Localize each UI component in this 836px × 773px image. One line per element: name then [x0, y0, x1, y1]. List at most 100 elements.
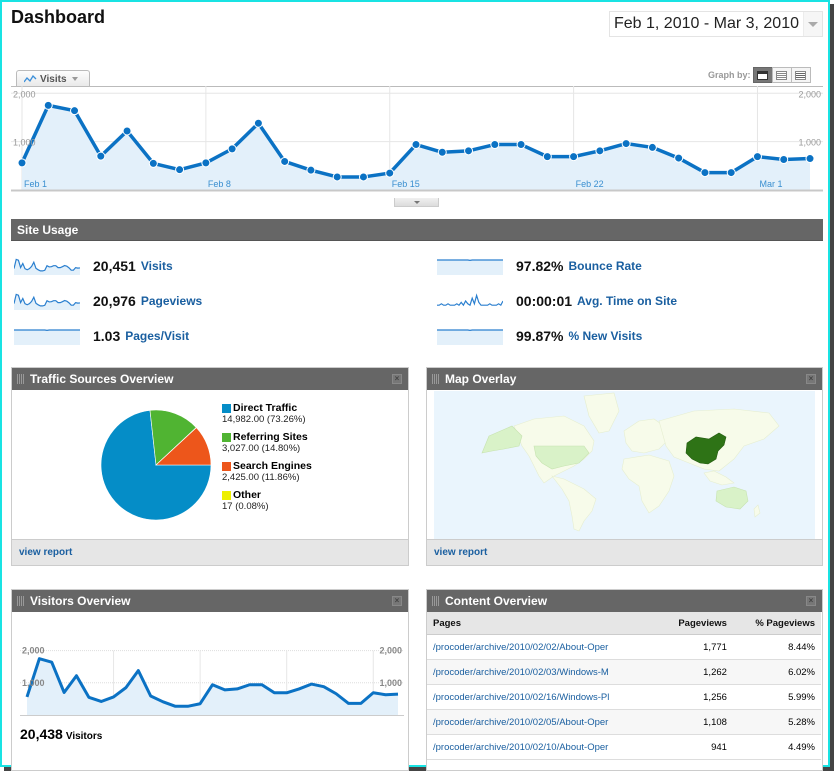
graph-by-month-button[interactable] [790, 67, 811, 83]
data-point[interactable] [358, 172, 368, 182]
data-point[interactable] [700, 168, 710, 178]
world-map[interactable] [434, 391, 815, 539]
legend-percent: 73.26% [270, 414, 303, 425]
legend-swatch [222, 403, 231, 413]
sparkline-line [437, 293, 503, 307]
data-point[interactable] [647, 142, 657, 152]
legend-percent: 11.86% [264, 472, 297, 483]
data-point[interactable] [306, 165, 316, 175]
data-point[interactable] [201, 158, 211, 168]
y-tick-label-left: 2,000 [22, 646, 45, 656]
drag-handle-icon[interactable] [17, 374, 24, 384]
data-point[interactable] [516, 140, 526, 150]
data-point[interactable] [490, 140, 500, 150]
data-point[interactable] [253, 118, 263, 128]
panel-header[interactable]: Visitors Overview × [12, 590, 408, 612]
page-link[interactable]: /procoder/archive/2010/02/02/About-Oper [427, 634, 659, 660]
data-point[interactable] [595, 146, 605, 156]
panel-title: Visitors Overview [30, 594, 131, 608]
map-overlay-panel: Map Overlay × view report [426, 367, 823, 566]
page-link[interactable]: /procoder/archive/2010/02/10/About-Oper [427, 734, 659, 760]
metric-link-visits[interactable]: Visits [141, 259, 173, 273]
data-point[interactable] [437, 147, 447, 157]
column-header-pageviews[interactable]: Pageviews [658, 612, 733, 635]
data-point[interactable] [175, 165, 185, 175]
drag-handle-icon[interactable] [432, 374, 439, 384]
view-report-link[interactable]: view report [12, 539, 408, 565]
x-tick-label: Feb 8 [208, 179, 231, 189]
metric-link-avg-time[interactable]: Avg. Time on Site [577, 294, 677, 308]
percent-cell: 5.28% [732, 709, 821, 735]
page-link[interactable]: /procoder/archive/2010/02/16/Windows-Pl [427, 684, 659, 710]
column-header-percent-pageviews[interactable]: % Pageviews [732, 612, 821, 635]
close-icon[interactable]: × [392, 374, 402, 384]
metric-selector[interactable]: Visits [16, 70, 90, 87]
data-point[interactable] [542, 152, 552, 162]
metric-link-pageviews[interactable]: Pageviews [141, 294, 202, 308]
usage-metric-visits: 20,451 Visits [14, 256, 173, 276]
drag-handle-icon[interactable] [432, 596, 439, 606]
y-tick-label-right: 2,000 [798, 89, 821, 99]
data-point[interactable] [411, 140, 421, 150]
percent-cell: 6.02% [732, 659, 821, 685]
data-point[interactable] [332, 172, 342, 182]
page-link[interactable]: /procoder/archive/2010/02/03/Windows-M [427, 659, 659, 685]
date-range-dropdown-button[interactable] [803, 12, 822, 36]
page-link[interactable]: /procoder/archive/2010/02/05/About-Oper [427, 709, 659, 735]
metric-link-bounce-rate[interactable]: Bounce Rate [568, 259, 641, 273]
data-point[interactable] [148, 158, 158, 168]
x-tick-label: Feb 15 [392, 179, 420, 189]
data-point[interactable] [805, 154, 815, 164]
data-point[interactable] [96, 151, 106, 161]
graph-by-day-button[interactable] [752, 67, 773, 83]
data-point[interactable] [70, 106, 80, 116]
data-point[interactable] [621, 139, 631, 149]
drag-handle-icon[interactable] [17, 596, 24, 606]
metric-link-pages-per-visit[interactable]: Pages/Visit [125, 329, 189, 343]
panel-header[interactable]: Content Overview × [427, 590, 822, 612]
data-point[interactable] [122, 126, 132, 136]
data-point[interactable] [43, 100, 53, 110]
y-tick-label-left: 1,000 [13, 138, 36, 148]
panel-header[interactable]: Map Overlay × [427, 368, 822, 390]
view-report-link[interactable]: view report [427, 539, 822, 565]
content-table: Pages Pageviews % Pageviews /procoder/ar… [427, 612, 821, 760]
graph-by-week-button[interactable] [771, 67, 792, 83]
data-point[interactable] [779, 155, 789, 165]
visitors-chart[interactable]: 2,000 1,000 2,000 1,000 [20, 645, 404, 719]
date-range-picker[interactable]: Feb 1, 2010 - Mar 3, 2010 [609, 11, 823, 37]
pie-legend: Direct Traffic 14,982.00 (73.26%) Referr… [222, 402, 312, 518]
panel-title: Content Overview [445, 594, 548, 608]
page-title: Dashboard [11, 7, 106, 27]
close-icon[interactable]: × [806, 596, 816, 606]
close-icon[interactable]: × [806, 374, 816, 384]
data-point[interactable] [17, 158, 27, 168]
data-point[interactable] [464, 146, 474, 156]
data-point[interactable] [726, 168, 736, 178]
sparkline-fill [14, 329, 80, 345]
visitors-overview-panel: Visitors Overview × 2,000 1,000 2,000 1,000… [11, 589, 409, 771]
column-header-pages[interactable]: Pages [427, 612, 659, 635]
data-point[interactable] [569, 152, 579, 162]
pageviews-cell: 1,108 [658, 709, 733, 735]
panel-header[interactable]: Traffic Sources Overview × [12, 368, 408, 390]
data-point[interactable] [227, 144, 237, 154]
week-view-icon [776, 70, 788, 80]
metric-value: 1.03 [93, 328, 121, 344]
close-icon[interactable]: × [392, 596, 402, 606]
data-point[interactable] [674, 153, 684, 163]
metric-selector-label: Visits [40, 73, 67, 85]
data-point[interactable] [385, 168, 395, 178]
data-point[interactable] [280, 156, 290, 166]
traffic-sources-pie[interactable] [100, 409, 212, 521]
data-point[interactable] [752, 152, 762, 162]
legend-item: Referring Sites 3,027.00 (14.80%) [222, 431, 308, 454]
pageviews-cell: 1,256 [658, 684, 733, 710]
sparkline-avg-time [437, 293, 503, 307]
visitors-total: 20,438 Visitors [20, 726, 102, 742]
metric-link-new-visits[interactable]: % New Visits [568, 329, 642, 343]
chart-collapse-handle[interactable] [394, 198, 439, 207]
visits-over-time-chart[interactable]: 2,000 1,000 2,000 1,000 Feb 1 Feb 8 Feb 15 Feb … [11, 86, 823, 208]
percent-cell: 8.44% [732, 634, 821, 660]
usage-metric-new-visits: 99.87% % New Visits [437, 326, 642, 346]
